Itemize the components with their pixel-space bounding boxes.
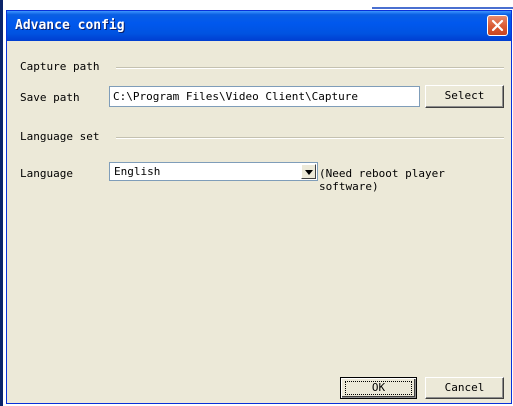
language-set-group-label: Language set [20,130,100,143]
language-set-separator [116,137,504,139]
language-selected-value: English [114,165,161,178]
background-window-line [372,7,513,9]
select-button-label: Select [444,89,485,102]
ok-button[interactable]: OK [340,377,417,399]
close-button[interactable] [487,15,508,36]
language-select[interactable]: English [109,162,318,181]
save-path-input[interactable]: C:\Program Files\Video Client\Capture [109,86,420,107]
title-bar[interactable]: Advance config [7,11,511,41]
language-label: Language [20,167,73,180]
close-icon [491,19,504,32]
save-path-label: Save path [20,91,80,104]
language-reboot-note: (Need reboot player software) [319,167,445,193]
advance-config-dialog: Advance config Capture path Save path C:… [6,10,512,404]
select-button[interactable]: Select [425,85,504,108]
chevron-down-icon [305,170,313,175]
cancel-button[interactable]: Cancel [425,377,504,399]
capture-path-separator [116,67,504,69]
language-dropdown-button[interactable] [301,164,316,179]
background-window-edge [0,0,3,406]
ok-focus-rect [345,381,412,395]
background-window [0,0,513,406]
capture-path-group-label: Capture path [20,60,100,73]
cancel-button-label: Cancel [444,381,485,394]
window-title: Advance config [15,18,125,33]
